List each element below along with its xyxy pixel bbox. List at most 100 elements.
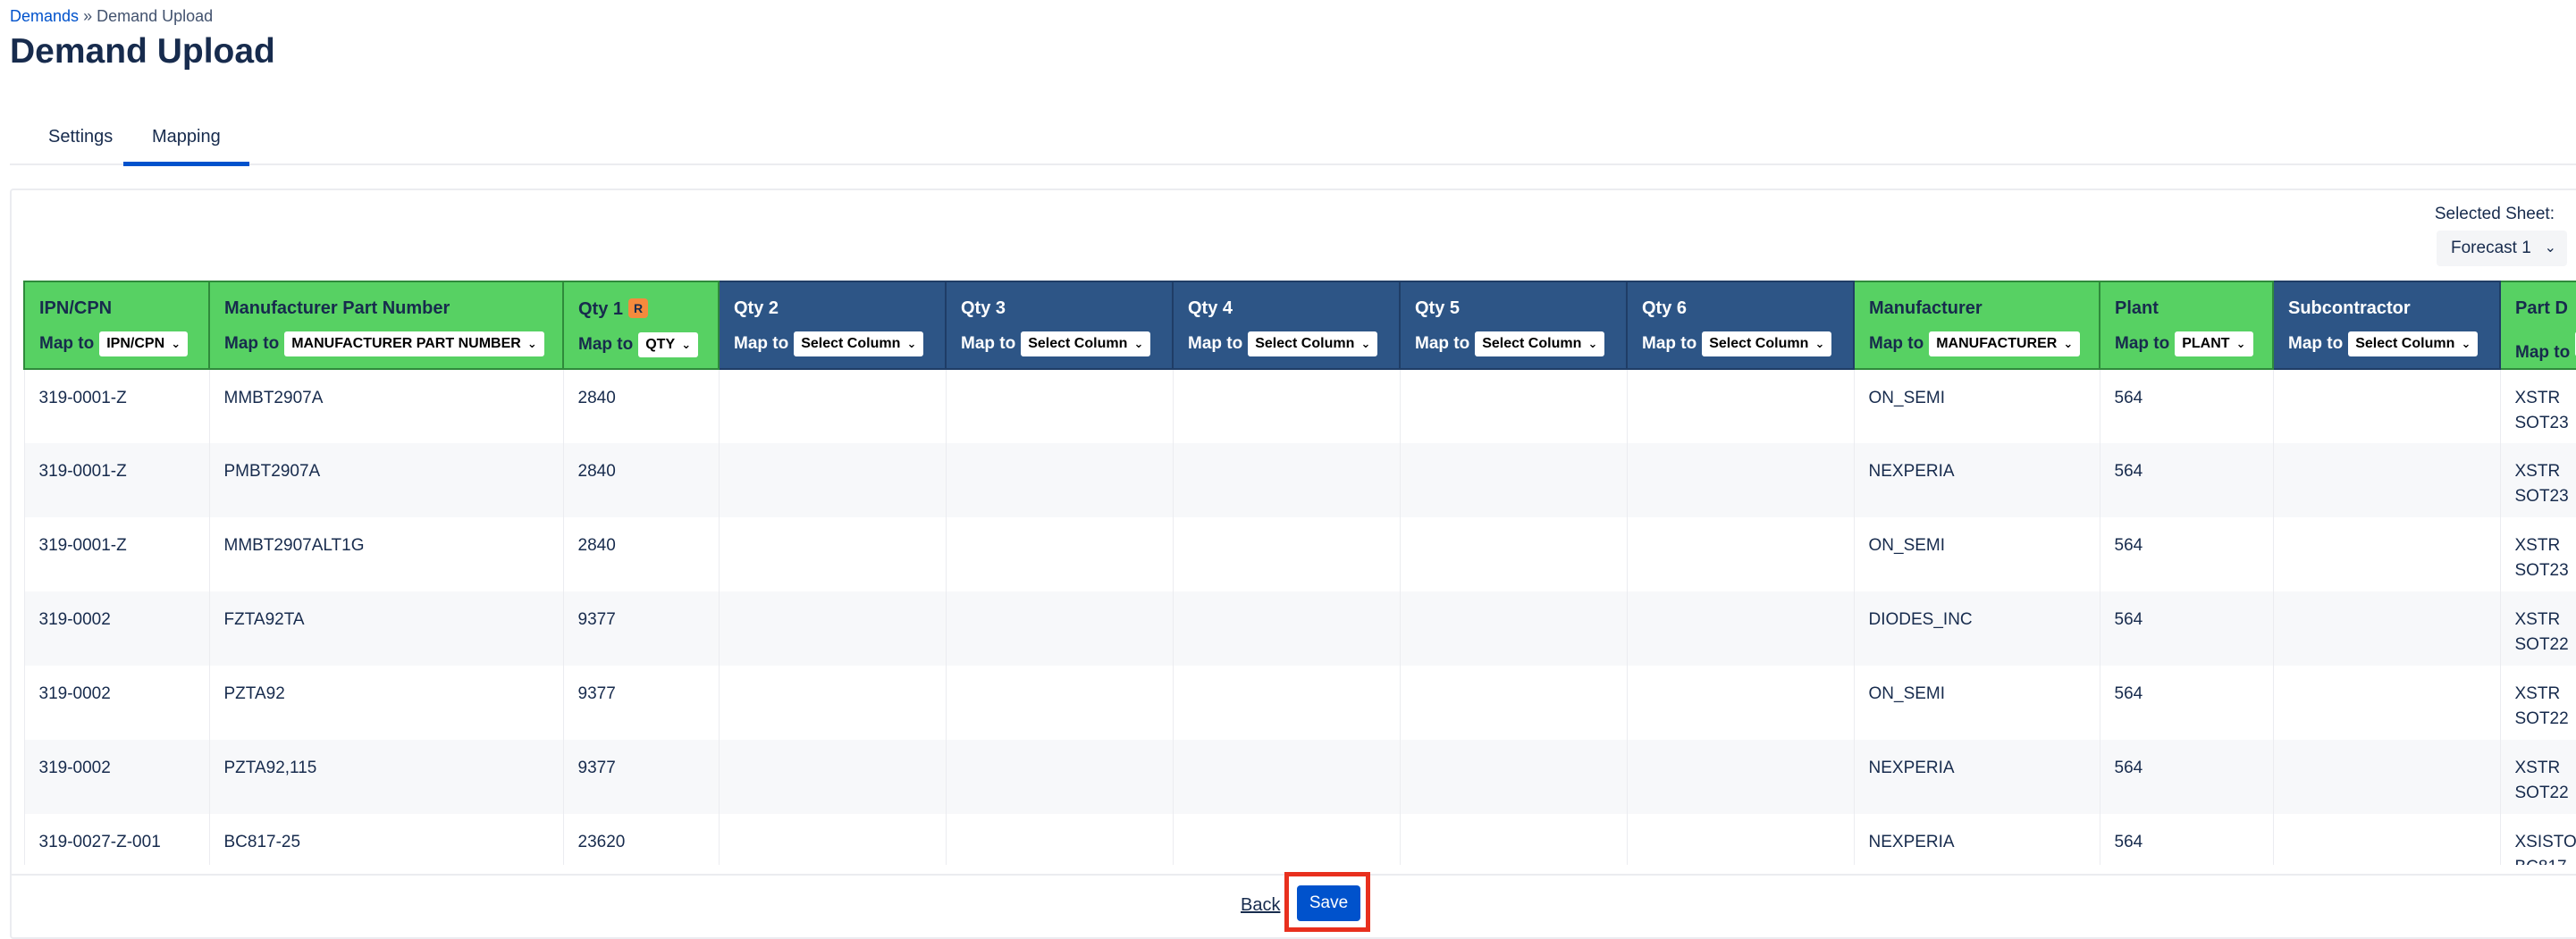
table-cell: 319-0001-Z bbox=[24, 517, 209, 591]
table-cell: 319-0002 bbox=[24, 740, 209, 814]
table-cell: PZTA92 bbox=[209, 666, 563, 740]
table-cell bbox=[1627, 666, 1854, 740]
table-cell bbox=[1627, 591, 1854, 666]
column-title: Qty 1 bbox=[578, 299, 623, 320]
column-title: IPN/CPN bbox=[39, 298, 208, 319]
table-cell bbox=[2273, 517, 2500, 591]
map-to-selected-value: PLANT bbox=[2182, 336, 2229, 351]
column-title: Plant bbox=[2115, 298, 2272, 319]
cell-value: XSTR SOT23 bbox=[2515, 533, 2576, 583]
chevron-down-icon: ⌄ bbox=[1133, 331, 1143, 356]
cell-value: 564 bbox=[2115, 533, 2273, 558]
column-header: Qty 2Map toSelect Column⌄ bbox=[719, 281, 946, 369]
column-header: Qty 3 Map to Select Column ⌄ bbox=[946, 281, 1173, 369]
table-cell bbox=[1400, 517, 1627, 591]
table-cell bbox=[946, 517, 1173, 591]
cell-value: 2840 bbox=[578, 533, 719, 558]
table-cell bbox=[1627, 443, 1854, 517]
table-cell: 9377 bbox=[563, 666, 719, 740]
column-header: Plant Map to PLANT⌄ bbox=[2100, 281, 2273, 369]
table-body: 319-0001-Z MMBT2907A 2840 ON_SEMI 564 XSTR SO… bbox=[24, 369, 2576, 865]
table-cell: XSISTO BC817 bbox=[2500, 814, 2576, 865]
table-cell: 564 bbox=[2100, 666, 2273, 740]
cell-value: NEXPERIA bbox=[1869, 459, 2100, 484]
cell-value: ON_SEMI bbox=[1869, 533, 2100, 558]
map-to-dropdown[interactable]: Select Column ⌄ bbox=[1021, 331, 1150, 356]
mapping-table: IPN/CPNMap toIPN/CPN⌄Manufacturer Part N… bbox=[23, 281, 2576, 865]
map-to-dropdown[interactable]: Select Column⌄ bbox=[1702, 331, 1831, 356]
map-to-dropdown[interactable]: Select Column⌄ bbox=[1475, 331, 1604, 356]
cell-value: 23620 bbox=[578, 830, 719, 855]
required-badge: R bbox=[628, 298, 648, 318]
cell-value: XSTR SOT22 bbox=[2515, 756, 2576, 806]
cell-value: XSTR SOT23 bbox=[2515, 386, 2576, 436]
table-cell: 564 bbox=[2100, 814, 2273, 865]
map-to-dropdown[interactable]: Select Column ⌄ bbox=[2348, 331, 2478, 356]
map-to-dropdown[interactable]: MANUFACTURER PART NUMBER ⌄ bbox=[284, 331, 544, 356]
table-cell bbox=[2273, 814, 2500, 865]
column-title: Qty 3 bbox=[961, 298, 1172, 319]
cell-value: 564 bbox=[2115, 386, 2273, 411]
map-to-label: Map to bbox=[1642, 334, 1696, 353]
map-to-row: Map toQTY⌄ bbox=[578, 332, 718, 357]
table-cell: 564 bbox=[2100, 517, 2273, 591]
table-cell bbox=[1400, 369, 1627, 443]
table-cell bbox=[2273, 740, 2500, 814]
page-title: Demand Upload bbox=[10, 32, 275, 71]
table-cell: NEXPERIA bbox=[1854, 740, 2100, 814]
map-to-selected-value: IPN/CPN bbox=[106, 336, 164, 351]
table-cell: 319-0002 bbox=[24, 666, 209, 740]
back-link[interactable]: Back bbox=[1241, 895, 1280, 916]
map-to-dropdown[interactable]: IPN/CPN⌄ bbox=[99, 331, 188, 356]
table-cell: DIODES_INC bbox=[1854, 591, 2100, 666]
cell-value: 9377 bbox=[578, 756, 719, 781]
column-header: Qty 6Map toSelect Column⌄ bbox=[1627, 281, 1854, 369]
map-to-dropdown[interactable]: Select Column⌄ bbox=[794, 331, 923, 356]
chevron-down-icon: ⌄ bbox=[527, 331, 537, 356]
chevron-down-icon: ⌄ bbox=[2461, 331, 2471, 356]
map-to-selected-value: MANUFACTURER PART NUMBER bbox=[291, 336, 521, 351]
map-to-label: Map to bbox=[2515, 343, 2570, 362]
breadcrumb-current: Demand Upload bbox=[97, 7, 213, 25]
table-cell bbox=[1173, 591, 1400, 666]
table-row: 319-0002PZTA929377ON_SEMI564XSTR SOT22 bbox=[24, 666, 2576, 740]
save-button[interactable]: Save bbox=[1297, 885, 1360, 921]
map-to-dropdown[interactable]: QTY⌄ bbox=[638, 332, 698, 357]
table-cell: PZTA92,115 bbox=[209, 740, 563, 814]
column-header: Qty 1R Map toQTY⌄ bbox=[563, 281, 719, 369]
table-cell bbox=[946, 443, 1173, 517]
selected-sheet-dropdown[interactable]: Forecast 1 ⌄ bbox=[2437, 231, 2567, 266]
chevron-down-icon: ⌄ bbox=[2063, 331, 2073, 356]
mapping-table-container[interactable]: IPN/CPNMap toIPN/CPN⌄Manufacturer Part N… bbox=[23, 281, 2576, 865]
column-header: Part DMap to⌄ bbox=[2500, 281, 2576, 369]
table-cell: 564 bbox=[2100, 591, 2273, 666]
tab-mapping[interactable]: Mapping bbox=[123, 116, 249, 166]
map-to-row: Map to Select Column ⌄ bbox=[961, 331, 1172, 356]
map-to-label: Map to bbox=[2115, 334, 2169, 353]
cell-value: PZTA92,115 bbox=[224, 756, 563, 781]
table-cell bbox=[2273, 443, 2500, 517]
cell-value: DIODES_INC bbox=[1869, 608, 2100, 633]
map-to-row: Map to⌄ bbox=[2515, 331, 2576, 363]
table-cell bbox=[946, 740, 1173, 814]
map-to-selected-value: Select Column bbox=[1028, 336, 1127, 351]
table-cell bbox=[1400, 666, 1627, 740]
table-cell bbox=[719, 517, 946, 591]
map-to-label: Map to bbox=[961, 334, 1015, 353]
map-to-label: Map to bbox=[2288, 334, 2343, 353]
cell-value: MMBT2907A bbox=[224, 386, 563, 411]
cell-value: 319-0001-Z bbox=[39, 386, 209, 411]
table-cell: XSTR SOT22 bbox=[2500, 666, 2576, 740]
map-to-dropdown[interactable]: Select Column⌄ bbox=[1248, 331, 1377, 356]
map-to-dropdown[interactable]: MANUFACTURER ⌄ bbox=[1929, 331, 2080, 356]
cell-value: 9377 bbox=[578, 682, 719, 707]
map-to-selected-value: Select Column bbox=[2355, 336, 2454, 351]
map-to-selected-value: QTY bbox=[645, 337, 675, 352]
map-to-selected-value: MANUFACTURER bbox=[1936, 336, 2057, 351]
table-row: 319-0002FZTA92TA9377DIODES_INC564XSTR SO… bbox=[24, 591, 2576, 666]
table-cell bbox=[1627, 740, 1854, 814]
map-to-dropdown[interactable]: PLANT⌄ bbox=[2175, 331, 2252, 356]
table-cell bbox=[1173, 740, 1400, 814]
cell-value: 564 bbox=[2115, 608, 2273, 633]
breadcrumb-demands-link[interactable]: Demands bbox=[10, 7, 79, 25]
